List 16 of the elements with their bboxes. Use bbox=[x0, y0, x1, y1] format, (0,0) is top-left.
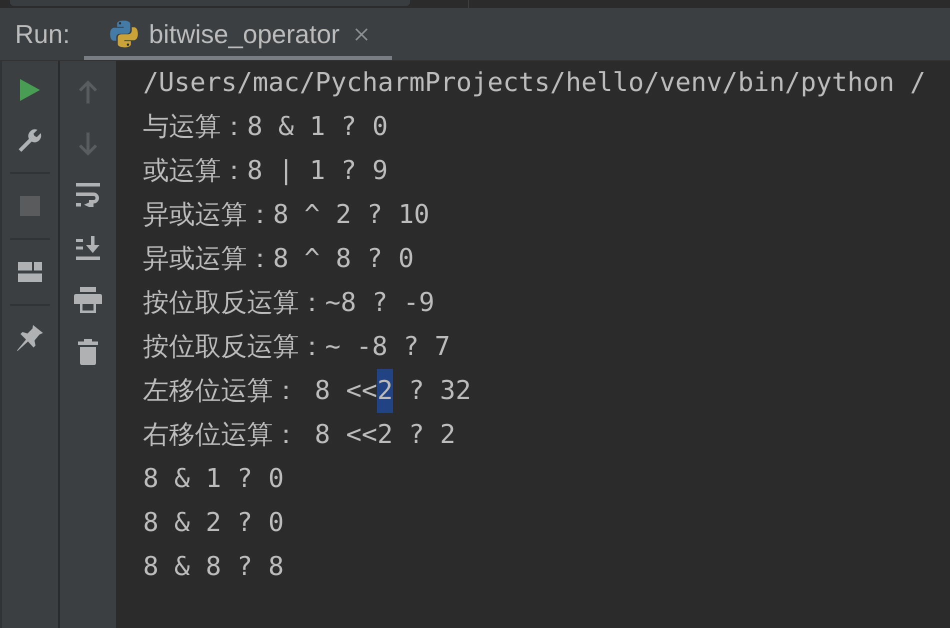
panel-title: Run: bbox=[15, 18, 70, 50]
console-line: 8 & 1 ? 0 bbox=[143, 463, 284, 496]
console-line: 异或运算：8 ^ 2 ? 10 bbox=[143, 199, 430, 232]
console-line: 8 & 8 ? 8 bbox=[143, 551, 284, 584]
console-line: 按位取反运算：~ -8 ? 7 bbox=[143, 331, 450, 364]
console-line: 异或运算：8 ^ 8 ? 0 bbox=[143, 243, 414, 276]
console-line: 右移位运算： 8 <<2 ? 2 bbox=[143, 419, 456, 452]
python-icon bbox=[110, 20, 138, 48]
console-line: 与运算：8 & 1 ? 0 bbox=[143, 111, 388, 144]
close-icon bbox=[354, 28, 368, 40]
console-line: 按位取反运算：~8 ? -9 bbox=[143, 287, 435, 320]
console-line: /Users/mac/PycharmProjects/hello/venv/bin/python / bbox=[143, 67, 926, 100]
console-line: 左移位运算： 8 <<2 ? 32 bbox=[143, 369, 472, 413]
console-line: 8 & 2 ? 0 bbox=[143, 507, 284, 540]
console-line: 或运算：8 | 1 ? 9 bbox=[143, 155, 388, 188]
close-button[interactable] bbox=[354, 28, 368, 40]
